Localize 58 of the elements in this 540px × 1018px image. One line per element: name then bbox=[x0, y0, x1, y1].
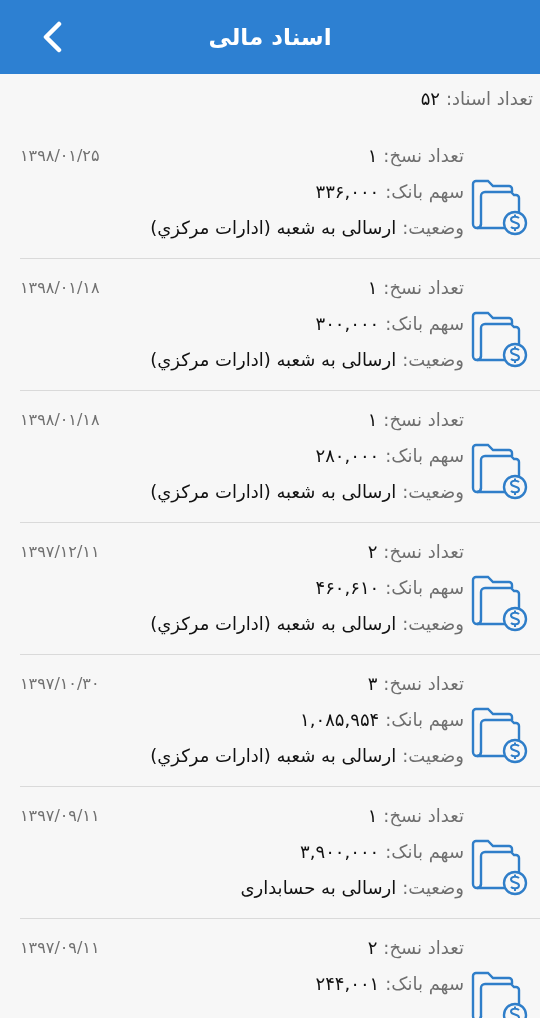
field-label: سهم بانک: bbox=[385, 180, 464, 205]
field-label: سهم بانک: bbox=[385, 576, 464, 601]
field-value: ارسالی به شعبه (ادارات مرکزي) bbox=[150, 744, 397, 769]
field-value: ۳۰۰,۰۰۰ bbox=[315, 312, 380, 336]
field-value: ۲ bbox=[367, 936, 378, 960]
field-label: وضعیت: bbox=[402, 744, 464, 769]
field-label: سهم بانک: bbox=[385, 708, 464, 733]
field-value: ۱ bbox=[367, 276, 378, 300]
field-value: ارسالی به شعبه (ادارات مرکزي) bbox=[150, 480, 397, 505]
document-date: ۱۳۹۷/۰۹/۱۱ bbox=[20, 938, 100, 957]
document-item[interactable]: تعداد نسخ: ۱ سهم بانک: ۳,۹۰۰,۰۰۰ وضعیت: ارسالی به حسابداری ۱۳۹۷/۰۹/۱۱ bbox=[20, 787, 540, 919]
field-value: ۱ bbox=[367, 804, 378, 828]
field-label: وضعیت: bbox=[402, 480, 464, 505]
document-date: ۱۳۹۸/۰۱/۱۸ bbox=[20, 410, 100, 429]
back-icon[interactable] bbox=[41, 21, 63, 53]
field-value: ارسالی به شعبه (ادارات مرکزي) bbox=[150, 612, 397, 637]
field-label: وضعیت: bbox=[402, 876, 464, 901]
field-label: تعداد نسخ: bbox=[383, 276, 464, 301]
document-count: ۵۲ bbox=[420, 88, 441, 109]
document-date: ۱۳۹۸/۰۱/۲۵ bbox=[20, 146, 100, 165]
field-label: تعداد نسخ: bbox=[383, 540, 464, 565]
field-label: وضعیت: bbox=[402, 348, 464, 373]
field-label: تعداد نسخ: bbox=[383, 936, 464, 961]
field-label: سهم بانک: bbox=[385, 444, 464, 469]
document-date: ۱۳۹۷/۱۰/۳۰ bbox=[20, 674, 100, 693]
field-value: ارسالی به حسابداری bbox=[240, 876, 397, 900]
field-value: ۳۳۶,۰۰۰ bbox=[315, 180, 380, 204]
field-value: ارسالی به شعبه (ادارات مرکزي) bbox=[150, 216, 397, 241]
field-label: سهم بانک: bbox=[385, 312, 464, 337]
document-item[interactable]: تعداد نسخ: ۲ سهم بانک: ۲۴۴,۰۰۱ ۱۳۹۷/۰۹/۱۱ bbox=[20, 919, 540, 1018]
field-value: ۱,۰۸۵,۹۵۴ bbox=[300, 708, 380, 732]
document-count-label: تعداد اسناد: bbox=[446, 88, 533, 109]
field-value: ۱ bbox=[367, 408, 378, 432]
document-item[interactable]: تعداد نسخ: ۲ سهم بانک: ۴۶۰,۶۱۰ وضعیت: ارسالی به شعبه (ادارات مرکزي) ۱۳۹۷/۱۲/۱۱ bbox=[20, 523, 540, 655]
field-value: ۴۶۰,۶۱۰ bbox=[315, 576, 380, 600]
field-label: وضعیت: bbox=[402, 612, 464, 637]
field-label: سهم بانک: bbox=[385, 972, 464, 997]
document-item[interactable]: تعداد نسخ: ۱ سهم بانک: ۳۰۰,۰۰۰ وضعیت: ارسالی به شعبه (ادارات مرکزي) ۱۳۹۸/۰۱/۱۸ bbox=[20, 259, 540, 391]
document-date: ۱۳۹۸/۰۱/۱۸ bbox=[20, 278, 100, 297]
field-value: ۲ bbox=[367, 540, 378, 564]
field-label: تعداد نسخ: bbox=[383, 144, 464, 169]
field-value: ارسالی به شعبه (ادارات مرکزي) bbox=[150, 348, 397, 373]
field-value: ۳ bbox=[367, 672, 378, 696]
screen-title: اسناد مالی bbox=[208, 24, 332, 50]
document-date: ۱۳۹۷/۱۲/۱۱ bbox=[20, 542, 100, 561]
field-label: تعداد نسخ: bbox=[383, 804, 464, 829]
field-label: وضعیت: bbox=[402, 216, 464, 241]
field-value: ۲۸۰,۰۰۰ bbox=[315, 444, 380, 468]
field-label: تعداد نسخ: bbox=[383, 408, 464, 433]
document-item[interactable]: تعداد نسخ: ۳ سهم بانک: ۱,۰۸۵,۹۵۴ وضعیت: ارسالی به شعبه (ادارات مرکزي) ۱۳۹۷/۱۰/۳۰ bbox=[20, 655, 540, 787]
document-date: ۱۳۹۷/۰۹/۱۱ bbox=[20, 806, 100, 825]
field-label: سهم بانک: bbox=[385, 840, 464, 865]
field-value: ۳,۹۰۰,۰۰۰ bbox=[300, 840, 380, 864]
field-value: ۱ bbox=[367, 144, 378, 168]
document-item[interactable]: تعداد نسخ: ۱ سهم بانک: ۲۸۰,۰۰۰ وضعیت: ارسالی به شعبه (ادارات مرکزي) ۱۳۹۸/۰۱/۱۸ bbox=[20, 391, 540, 523]
field-label: تعداد نسخ: bbox=[383, 672, 464, 697]
field-value: ۲۴۴,۰۰۱ bbox=[315, 972, 380, 996]
document-item[interactable]: تعداد نسخ: ۱ سهم بانک: ۳۳۶,۰۰۰ وضعیت: ارسالی به شعبه (ادارات مرکزي) ۱۳۹۸/۰۱/۲۵ bbox=[20, 127, 540, 259]
